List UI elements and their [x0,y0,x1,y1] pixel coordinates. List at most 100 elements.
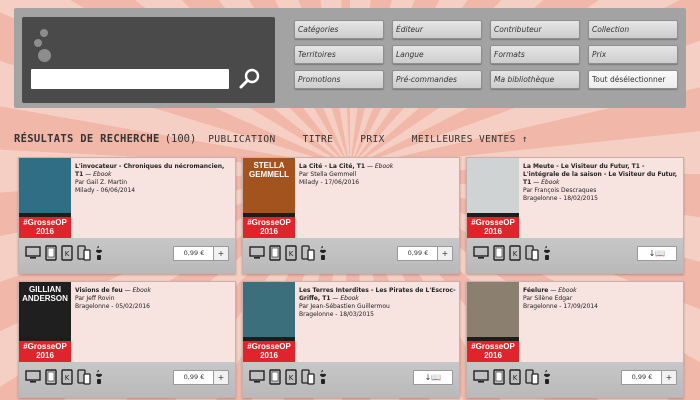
book-title[interactable]: Féelure — Ebook [523,287,681,295]
sort-publication-link[interactable]: PUBLICATION [208,134,275,145]
cover-text: STELLA GEMMELL [249,161,289,179]
book-format: Ebook [93,171,112,178]
filter-formats-button[interactable]: Formats [490,45,580,64]
price-box: 0,99 € + [397,246,453,261]
download-button[interactable]: ↓📖 [637,246,677,261]
search-box [22,17,275,103]
book-title[interactable]: La Meute - Le Visiteur du Futur, T1 - L'… [523,163,681,187]
badge-year: 2016 [36,227,54,236]
cover-art [467,158,519,213]
book-cover[interactable]: #GrosseOP 2016 [467,158,519,238]
sort-prix-link[interactable]: PRIX [360,134,384,145]
search-input[interactable] [31,69,229,89]
book-publisher: Milady - 06/06/2014 [75,187,136,194]
badge-tag: #GrosseOP [247,342,291,351]
filter-collection-button[interactable]: Collection [588,20,678,39]
book-cover[interactable]: STELLA GEMMELL #GrosseOP 2016 [243,158,295,238]
promo-badge: #GrosseOP 2016 [467,213,519,238]
price-box: 0,99 € + [621,370,677,385]
badge-tag: #GrosseOP [23,218,67,227]
results-title: RÉSULTATS DE RECHERCHE [14,133,160,145]
book-author: Par Jeff Rovin [75,295,115,302]
badge-year: 2016 [260,227,278,236]
book-publisher: Bragelonne - 18/03/2015 [299,311,374,318]
book-author: Par François Descraques [523,187,597,194]
book-title[interactable]: La Cité - La Cité, T1 — Ebook [299,163,457,171]
book-actions-bar: K 0,99 € + [19,238,235,273]
filter-prix-button[interactable]: Prix [588,45,678,64]
svg-text:K: K [513,250,518,258]
book-card[interactable]: #GrosseOP 2016 L'invocateur - Chroniques d… [18,157,236,274]
filter-editeur-button[interactable]: Éditeur [392,20,482,39]
book-publisher: Milady - 17/06/2016 [299,179,360,186]
book-publisher: Bragelonne - 05/02/2016 [75,303,150,310]
badge-tag: #GrosseOP [471,218,515,227]
svg-text:K: K [289,250,294,258]
book-card[interactable]: #GrosseOP 2016 La Meute - Le Visiteur du F… [466,157,684,274]
book-card[interactable]: GILLIAN ANDERSON #GrosseOP 2016 Visions de … [18,281,236,398]
book-actions-bar: K 0,99 € + [19,362,235,397]
book-format: Ebook [340,295,359,302]
book-card[interactable]: #GrosseOP 2016 Féelure — Ebook Par Silène E… [466,281,684,398]
book-cover[interactable]: #GrosseOP 2016 [243,282,295,362]
book-card[interactable]: STELLA GEMMELL #GrosseOP 2016 La Cité - La … [242,157,460,274]
book-price: 0,99 € [631,373,653,381]
svg-text:K: K [65,374,70,382]
book-format: Ebook [132,287,151,294]
book-title[interactable]: Visions de feu — Ebook [75,287,233,295]
cover-art: GILLIAN ANDERSON [19,282,71,337]
book-price: 0,99 € [183,249,205,257]
book-title[interactable]: Les Terres Interdites - Les Pirates de L… [299,287,457,303]
book-info: Féelure — Ebook Par Silène Edgar Bragelonn… [523,287,681,311]
deselect-all-button[interactable]: Tout désélectionner [588,70,678,89]
book-actions-bar: K 0,99 € + [467,362,683,397]
results-header: RÉSULTATS DE RECHERCHE (100) PUBLICATION… [14,133,528,147]
filter-contributeur-button[interactable]: Contributeur [490,20,580,39]
filter-categories-button[interactable]: Catégories [294,20,384,39]
add-to-cart-button[interactable]: + [437,247,452,260]
add-to-cart-button[interactable]: + [213,371,228,384]
promo-badge: #GrosseOP 2016 [19,337,71,362]
cover-art [243,282,295,337]
book-price: 0,99 € [183,373,205,381]
cover-text: GILLIAN ANDERSON [22,285,68,303]
book-info: L'invocateur - Chroniques du nécromancie… [75,163,233,195]
filter-territoires-button[interactable]: Territoires [294,45,384,64]
badge-tag: #GrosseOP [471,342,515,351]
book-actions-bar: K ↓📖 [467,238,683,273]
add-to-cart-button[interactable]: + [661,371,676,384]
cover-art: STELLA GEMMELL [243,158,295,213]
price-box: 0,99 € + [173,370,229,385]
badge-year: 2016 [484,227,502,236]
cover-art [19,158,71,213]
book-info: Visions de feu — Ebook Par Jeff Rovin Brag… [75,287,233,311]
book-cover[interactable]: #GrosseOP 2016 [467,282,519,362]
book-publisher: Bragelonne - 18/02/2015 [523,195,598,202]
book-actions-bar: K 0,99 € + [243,238,459,273]
filter-precommandes-button[interactable]: Pré-commandes [392,70,482,89]
filter-promotions-button[interactable]: Promotions [294,70,384,89]
book-publisher: Bragelonne - 17/09/2014 [523,303,598,310]
promo-badge: #GrosseOP 2016 [243,213,295,238]
badge-tag: #GrosseOP [247,218,291,227]
badge-year: 2016 [484,351,502,360]
book-actions-bar: K ↓📖 [243,362,459,397]
book-card[interactable]: #GrosseOP 2016 Les Terres Interdites - Les… [242,281,460,398]
badge-year: 2016 [36,351,54,360]
search-icon[interactable] [238,67,262,91]
filter-langue-button[interactable]: Langue [392,45,482,64]
filter-bibliotheque-button[interactable]: Ma bibliothèque [490,70,580,89]
add-to-cart-button[interactable]: + [213,247,228,260]
logo-dots-icon [34,27,64,65]
cover-art [467,282,519,337]
sort-titre-link[interactable]: TITRE [303,134,334,145]
promo-badge: #GrosseOP 2016 [467,337,519,362]
sort-ventes-link[interactable]: MEILLEURES VENTES ↑ [412,134,528,145]
book-title[interactable]: L'invocateur - Chroniques du nécromancie… [75,163,233,179]
book-info: La Meute - Le Visiteur du Futur, T1 - L'… [523,163,681,203]
book-cover[interactable]: GILLIAN ANDERSON #GrosseOP 2016 [19,282,71,362]
download-button[interactable]: ↓📖 [413,370,453,385]
book-format: Ebook [558,287,577,294]
book-cover[interactable]: #GrosseOP 2016 [19,158,71,238]
results-count: (100) [164,133,197,145]
